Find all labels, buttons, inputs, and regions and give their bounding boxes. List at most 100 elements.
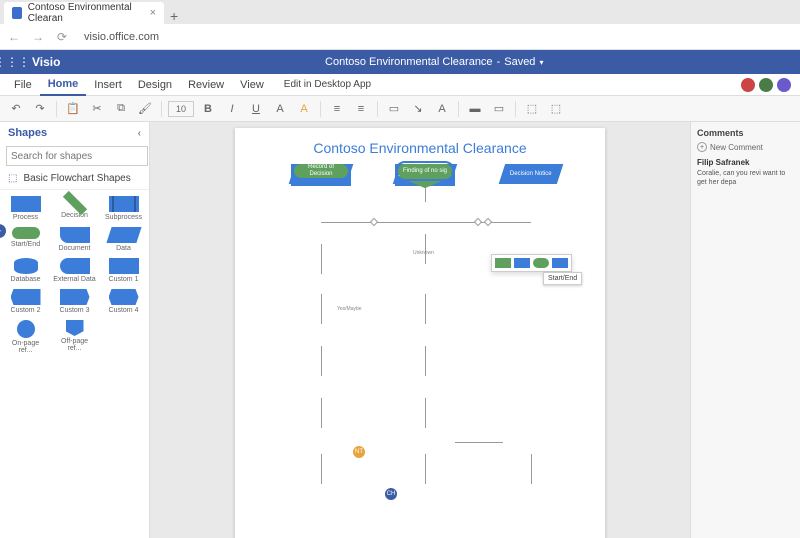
connector[interactable] (425, 346, 426, 376)
connector[interactable] (321, 244, 322, 274)
edit-in-desktop-link[interactable]: Edit in Desktop App (284, 79, 371, 90)
cut-icon[interactable]: ✂ (87, 99, 107, 119)
connector[interactable] (425, 398, 426, 428)
shape-preview (109, 289, 139, 305)
shape-stencil-item[interactable]: Data (100, 225, 147, 254)
paste-icon[interactable]: 📋 (63, 99, 83, 119)
shape-stencil-item[interactable]: Process (2, 194, 49, 223)
shape-stencil-item[interactable]: Custom 3 (51, 287, 98, 316)
text-tool-icon[interactable]: A (432, 99, 452, 119)
avatar[interactable] (758, 77, 774, 93)
forward-icon[interactable]: → (30, 30, 46, 44)
underline-icon[interactable]: U (246, 99, 266, 119)
comments-title: Comments (697, 128, 794, 138)
group-icon[interactable]: ⬚ (546, 99, 566, 119)
shape-preview (109, 196, 139, 212)
format-painter-icon[interactable]: 🖌 (135, 99, 155, 119)
align-icon[interactable]: ≡ (351, 99, 371, 119)
quick-shape-item[interactable] (514, 258, 530, 268)
shape-fill-icon[interactable]: ▬ (465, 99, 485, 119)
node-finding-no-sig[interactable]: Finding of no sig (398, 164, 452, 178)
shape-stencil-item[interactable]: Database (2, 256, 49, 285)
new-tab-button[interactable]: + (164, 8, 184, 24)
shape-stencil-item[interactable]: Subprocess (100, 194, 147, 223)
shape-label: Document (59, 245, 91, 252)
comments-panel: Comments + New Comment Filip Safranek Co… (690, 122, 800, 538)
connector[interactable] (321, 454, 322, 484)
tab-file[interactable]: File (6, 74, 40, 96)
shape-stencil-item[interactable]: Start/End (2, 225, 49, 254)
connection-handle[interactable] (474, 218, 482, 226)
connector[interactable] (321, 398, 322, 428)
collapse-panel-icon[interactable]: ‹ (138, 128, 141, 139)
close-tab-icon[interactable]: × (150, 7, 156, 19)
connector[interactable] (425, 294, 426, 324)
tab-home[interactable]: Home (40, 74, 87, 96)
connector[interactable] (425, 234, 426, 264)
font-color-icon[interactable]: A (270, 99, 290, 119)
connector[interactable] (321, 346, 322, 376)
url-text[interactable]: visio.office.com (78, 31, 794, 43)
shape-stencil-item[interactable]: Custom 4 (100, 287, 147, 316)
canvas[interactable]: Contoso Environmental Clearance (150, 122, 690, 538)
edge-label: Unknown (413, 250, 434, 256)
connector[interactable] (455, 442, 503, 443)
undo-icon[interactable]: ↶ (6, 99, 26, 119)
avatar[interactable] (740, 77, 756, 93)
tab-view[interactable]: View (232, 74, 272, 96)
tooltip: Start/End (543, 272, 582, 285)
connector-tool-icon[interactable]: ↘ (408, 99, 428, 119)
document-title[interactable]: Contoso Environmental Clearance - Saved … (68, 56, 800, 68)
refresh-icon[interactable]: ⟳ (54, 30, 70, 44)
shape-label: Off-page ref... (53, 338, 96, 352)
connector[interactable] (321, 294, 322, 324)
quick-shape-item[interactable] (552, 258, 568, 268)
quick-shape-item[interactable] (533, 258, 549, 268)
align-icon[interactable]: ≡ (327, 99, 347, 119)
tab-insert[interactable]: Insert (86, 74, 130, 96)
tab-design[interactable]: Design (130, 74, 180, 96)
node-record-decision[interactable]: Record of Decision (294, 164, 348, 178)
shape-stencil-item[interactable]: Off-page ref... (51, 318, 98, 356)
redo-icon[interactable]: ↷ (30, 99, 50, 119)
bold-icon[interactable]: B (198, 99, 218, 119)
visio-favicon (12, 7, 22, 19)
drawing-page: Contoso Environmental Clearance (235, 128, 605, 538)
app-launcher-icon[interactable]: ⋮⋮⋮ (0, 50, 24, 74)
highlight-icon[interactable]: A (294, 99, 314, 119)
shape-stencil-item[interactable]: On-page ref... (2, 318, 49, 356)
avatar[interactable] (776, 77, 792, 93)
italic-icon[interactable]: I (222, 99, 242, 119)
quick-shape-item[interactable] (495, 258, 511, 268)
shape-outline-icon[interactable]: ▭ (489, 99, 509, 119)
comment-badge[interactable]: CH (385, 488, 397, 500)
plus-icon: + (697, 142, 707, 152)
node-decision-notice[interactable]: Decision Notice (499, 164, 563, 184)
shape-stencil-item[interactable]: Custom 2 (2, 287, 49, 316)
shape-category-header[interactable]: ⬚ Basic Flowchart Shapes (0, 168, 149, 190)
pointer-tool-icon[interactable]: ▭ (384, 99, 404, 119)
copy-icon[interactable]: ⧉ (111, 99, 131, 119)
connection-handle[interactable] (370, 218, 378, 226)
tab-review[interactable]: Review (180, 74, 232, 96)
stencil-icon: ⬚ (8, 173, 17, 184)
comment-badge[interactable]: NT (353, 446, 365, 458)
shape-preview (60, 227, 90, 243)
arrange-icon[interactable]: ⬚ (522, 99, 542, 119)
shape-stencil-item[interactable]: Custom 1 (100, 256, 147, 285)
connector[interactable] (531, 454, 532, 484)
font-size-input[interactable]: 10 (168, 101, 194, 117)
browser-tab[interactable]: Contoso Environmental Clearan × (4, 2, 164, 24)
search-shapes-input[interactable] (6, 146, 148, 166)
shape-stencil-item[interactable]: Decision (51, 194, 98, 223)
back-icon[interactable]: ← (6, 30, 22, 44)
shape-preview (11, 289, 41, 305)
new-comment-button[interactable]: + New Comment (697, 142, 794, 152)
connector[interactable] (425, 454, 426, 484)
presence-avatars (740, 77, 800, 93)
connector[interactable] (321, 222, 531, 223)
shape-stencil-item[interactable]: External Data (51, 256, 98, 285)
shape-preview (60, 289, 90, 305)
shape-stencil-item[interactable]: Document (51, 225, 98, 254)
connection-handle[interactable] (484, 218, 492, 226)
